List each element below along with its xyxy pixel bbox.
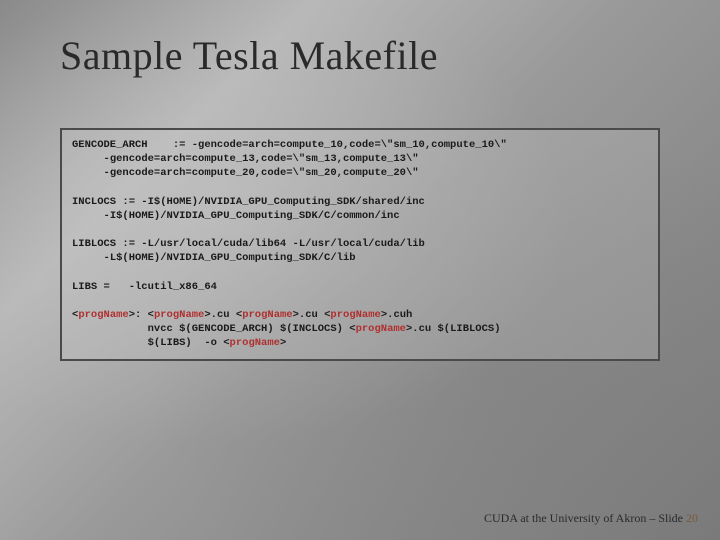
code-frag: nvcc $(GENCODE_ARCH) $(INCLOCS) < (72, 323, 356, 335)
code-frag: >: < (129, 309, 154, 321)
code-frag: >.cu $(LIBLOCS) (406, 323, 501, 335)
slide-title: Sample Tesla Makefile (60, 32, 438, 79)
code-frag: >.cu < (293, 309, 331, 321)
makefile-code-block: GENCODE_ARCH := -gencode=arch=compute_10… (60, 128, 660, 361)
placeholder: progName (330, 309, 380, 321)
code-line: -gencode=arch=compute_20,code=\"sm_20,co… (72, 167, 419, 179)
code-line: LIBS = -lcutil_x86_64 (72, 281, 217, 293)
footer-text: CUDA at the University of Akron – Slide (484, 511, 686, 525)
placeholder: progName (230, 337, 280, 349)
code-line: -I$(HOME)/NVIDIA_GPU_Computing_SDK/C/com… (72, 210, 400, 222)
code-frag: >.cuh (381, 309, 413, 321)
placeholder: progName (78, 309, 128, 321)
code-frag: > (280, 337, 286, 349)
code-line: -gencode=arch=compute_13,code=\"sm_13,co… (72, 153, 419, 165)
placeholder: progName (154, 309, 204, 321)
code-frag: $(LIBS) -o < (72, 337, 230, 349)
placeholder: progName (356, 323, 406, 335)
placeholder: progName (242, 309, 292, 321)
code-line: -L$(HOME)/NVIDIA_GPU_Computing_SDK/C/lib (72, 252, 356, 264)
code-frag: >.cu < (204, 309, 242, 321)
code-line: GENCODE_ARCH := -gencode=arch=compute_10… (72, 139, 507, 151)
code-line: LIBLOCS := -L/usr/local/cuda/lib64 -L/us… (72, 238, 425, 250)
code-line: INCLOCS := -I$(HOME)/NVIDIA_GPU_Computin… (72, 196, 425, 208)
slide-number: 20 (686, 511, 698, 525)
slide-footer: CUDA at the University of Akron – Slide … (484, 511, 698, 526)
